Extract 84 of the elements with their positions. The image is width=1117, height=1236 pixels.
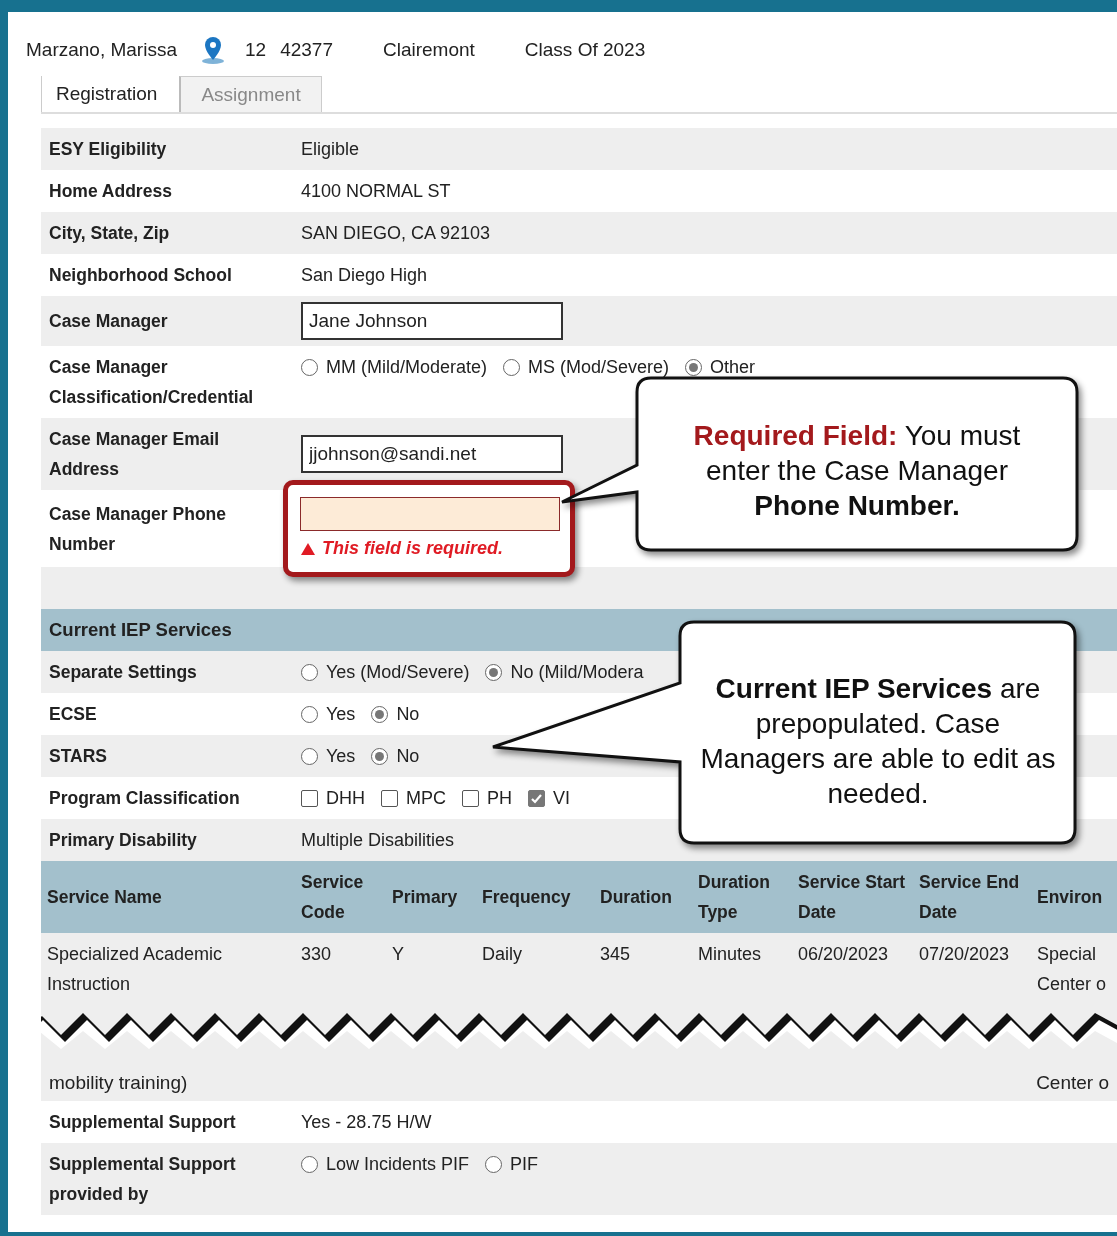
radio-button[interactable]	[685, 359, 703, 376]
field-label: Supplemental Support	[49, 1111, 237, 1134]
input-field[interactable]: Jane Johnson	[301, 302, 563, 340]
radio-button[interactable]	[371, 748, 389, 765]
table-cell: 330	[295, 933, 386, 1005]
column-header[interactable]: Service Name	[41, 861, 295, 933]
table-cell-text: mobility training)	[49, 1070, 188, 1095]
field-label: Case Manager Phone Number	[49, 502, 227, 556]
field-label: Neighborhood School	[49, 264, 233, 287]
field-label: ECSE	[49, 703, 98, 726]
school-name: Clairemont	[383, 37, 475, 62]
field-label: City, State, Zip	[49, 222, 171, 245]
table-cell: Y	[386, 933, 476, 1005]
field-label: Case Manager Email Address	[49, 428, 221, 481]
class-year: Class Of 2023	[524, 37, 646, 62]
option-label: Yes (Mod/Severe)	[326, 661, 470, 684]
option-label: DHH	[326, 787, 365, 810]
option-label: Yes	[326, 745, 356, 768]
input-field[interactable]: jjohnson@sandi.net	[301, 435, 563, 473]
table-cell: 06/20/2023	[792, 933, 913, 1005]
option-label: Low Incidents PIF	[326, 1153, 470, 1176]
checkbox[interactable]	[528, 790, 545, 807]
field-value: Eligible	[301, 138, 360, 159]
callout-text: Current IEP Services are prepopulated. Case Managers are able to edit as needed.	[699, 672, 1057, 811]
option-label: No	[396, 703, 420, 726]
error-message: This field is required.	[322, 537, 504, 560]
radio-button[interactable]	[301, 1156, 318, 1173]
field-label: Program Classification	[49, 787, 241, 810]
field-label: Supplemental Support provided by	[49, 1153, 237, 1206]
option-label: PIF	[510, 1153, 539, 1176]
field-value: Multiple Disabilities	[301, 829, 455, 850]
field-label: ESY Eligibility	[49, 138, 168, 161]
column-header[interactable]: Frequency	[476, 861, 594, 933]
radio-button[interactable]	[301, 359, 318, 376]
checkbox[interactable]	[462, 790, 479, 807]
table-cell: Special Center o	[1031, 933, 1117, 1005]
option-label: No	[396, 745, 420, 768]
checkbox[interactable]	[301, 790, 318, 807]
field-label: Primary Disability	[49, 829, 198, 852]
map-pin-icon[interactable]	[199, 35, 227, 65]
input-field[interactable]	[300, 497, 560, 531]
field-label: Separate Settings	[49, 661, 198, 684]
option-label: MPC	[406, 787, 446, 810]
table-cell: 07/20/2023	[913, 933, 1031, 1005]
radio-button[interactable]	[485, 664, 503, 681]
column-header[interactable]: Primary	[386, 861, 476, 933]
checkbox[interactable]	[381, 790, 398, 807]
field-value: Yes - 28.75 H/W	[301, 1111, 432, 1132]
table-cell-text: Center o	[1036, 1070, 1109, 1095]
student-name: Marzano, Marissa	[26, 37, 177, 62]
table-cell: Specialized Academic Instruction	[41, 933, 295, 1005]
field-value: SAN DIEGO, CA 92103	[301, 222, 491, 243]
column-header[interactable]: Service End Date	[913, 861, 1031, 933]
field-value: San Diego High	[301, 264, 428, 285]
column-header[interactable]: Duration	[594, 861, 692, 933]
column-header[interactable]: Service Start Date	[792, 861, 913, 933]
field-label: Case Manager	[49, 310, 169, 333]
option-label: PH	[487, 787, 512, 810]
option-label: Other	[710, 356, 756, 379]
field-label: Case Manager Classification/Credential	[49, 356, 255, 409]
radio-button[interactable]	[371, 706, 389, 723]
table-cell: Daily	[476, 933, 594, 1005]
option-label: MM (Mild/Moderate)	[326, 356, 488, 379]
callout-text: Required Field: You must enter the Case Manager Phone Number.	[692, 419, 1022, 523]
radio-button[interactable]	[503, 359, 521, 376]
radio-button[interactable]	[301, 748, 318, 765]
radio-button[interactable]	[301, 664, 318, 681]
field-value: 4100 NORMAL ST	[301, 180, 451, 201]
radio-button[interactable]	[485, 1156, 503, 1173]
option-label: No (Mild/Modera	[510, 661, 644, 684]
student-id: 42377	[280, 37, 333, 62]
table-cell: 345	[594, 933, 692, 1005]
warning-icon	[300, 541, 316, 556]
grade-text: 12	[245, 37, 267, 62]
field-label: Home Address	[49, 180, 173, 203]
option-label: VI	[553, 787, 571, 810]
option-label: MS (Mod/Severe)	[528, 356, 670, 379]
column-header[interactable]: Service Code	[295, 861, 386, 933]
column-header[interactable]: Environ	[1031, 861, 1117, 933]
table-cell: Minutes	[692, 933, 792, 1005]
column-header[interactable]: Duration Type	[692, 861, 792, 933]
field-label: STARS	[49, 745, 108, 768]
radio-button[interactable]	[301, 706, 318, 723]
option-label: Yes	[326, 703, 356, 726]
